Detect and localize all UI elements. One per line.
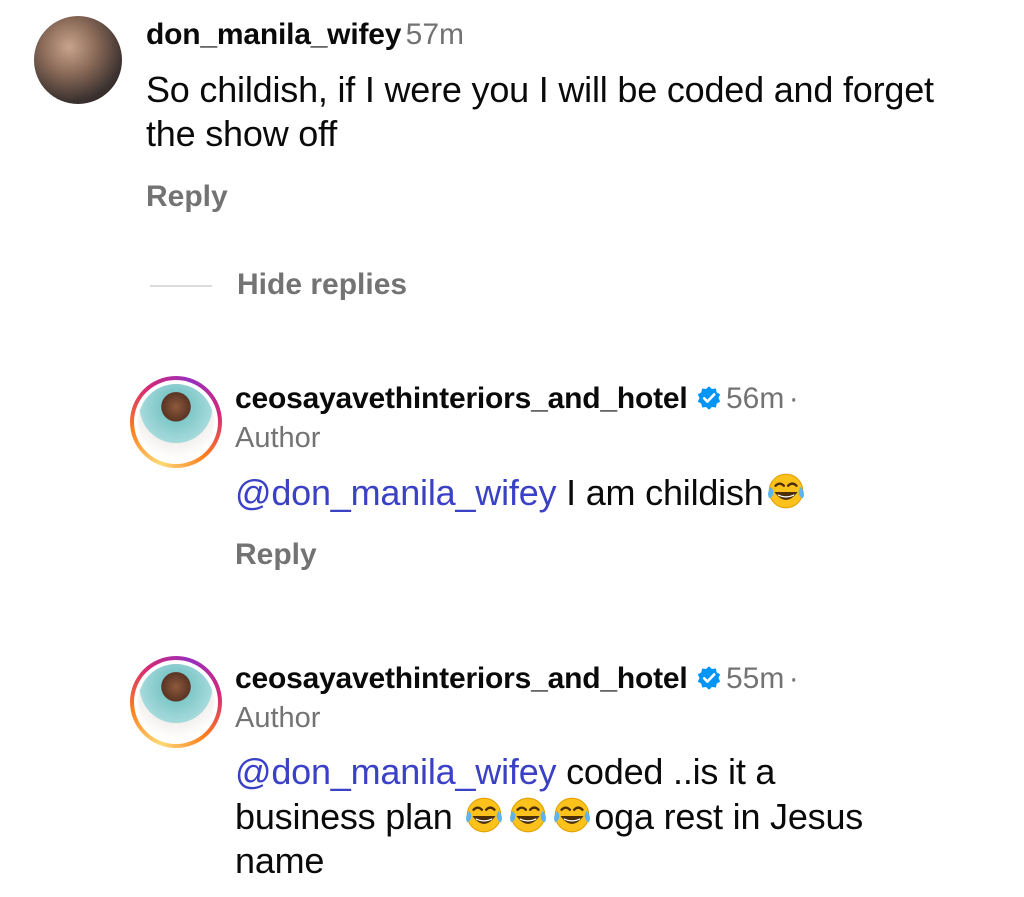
- comment-username[interactable]: don_manila_wifey: [146, 18, 401, 51]
- reply-text-content: I am childish: [556, 472, 764, 513]
- avatar[interactable]: [34, 16, 122, 104]
- author-label: Author: [235, 422, 321, 454]
- reply-button[interactable]: Reply: [235, 538, 317, 572]
- mention-link[interactable]: @don_manila_wifey: [235, 472, 557, 513]
- tears-of-joy-emoji: [510, 797, 547, 833]
- reply-text-line: name: [235, 840, 325, 881]
- reply-comment: ceosayavethinteriors_and_hotel 55m · Aut…: [0, 650, 1024, 890]
- tears-of-joy-emoji: [767, 473, 804, 509]
- reply-header: ceosayavethinteriors_and_hotel 56m ·: [235, 382, 799, 416]
- hide-replies-divider: [150, 285, 212, 287]
- reply-time: 55m: [725, 662, 785, 695]
- reply-text-content: business plan: [235, 796, 463, 837]
- reply-button[interactable]: Reply: [146, 180, 228, 214]
- reply-time: 56m: [725, 382, 785, 415]
- comment-header: don_manila_wifey 57m: [146, 18, 464, 52]
- top-comment: don_manila_wifey 57m So childish, if I w…: [0, 0, 1024, 230]
- reply-comment: ceosayavethinteriors_and_hotel 56m · Aut…: [0, 370, 1024, 590]
- author-label: Author: [235, 702, 321, 734]
- reply-username[interactable]: ceosayavethinteriors_and_hotel: [235, 662, 688, 695]
- separator-dot: ·: [788, 382, 799, 415]
- reply-text: @don_manila_wifey I am childish: [235, 470, 995, 515]
- avatar-story-ring[interactable]: [130, 656, 222, 748]
- reply-text-line: @don_manila_wifey coded ..is it a: [235, 750, 995, 794]
- reply-username[interactable]: ceosayavethinteriors_and_hotel: [235, 382, 688, 415]
- reply-text-line: business plan oga rest in Jesus: [235, 794, 995, 839]
- tears-of-joy-emoji: [466, 797, 503, 833]
- tears-of-joy-emoji: [554, 797, 591, 833]
- comment-text: So childish, if I were you I will be cod…: [146, 69, 934, 154]
- avatar-inner: [134, 660, 218, 744]
- verified-badge-icon: [697, 386, 720, 410]
- reply-text: @don_manila_wifey coded ..is it a busine…: [235, 750, 995, 883]
- mention-link[interactable]: @don_manila_wifey: [235, 751, 557, 792]
- avatar-story-ring[interactable]: [130, 376, 222, 468]
- comment-time: 57m: [405, 18, 465, 51]
- hide-replies-button[interactable]: Hide replies: [237, 268, 407, 302]
- verified-badge-icon: [697, 666, 720, 690]
- reply-header: ceosayavethinteriors_and_hotel 55m ·: [235, 662, 799, 696]
- separator-dot: ·: [788, 662, 799, 695]
- avatar: [138, 664, 214, 740]
- avatar: [138, 384, 214, 460]
- reply-text-content: coded ..is it a: [556, 751, 776, 792]
- avatar-inner: [134, 380, 218, 464]
- reply-text-content: oga rest in Jesus: [594, 796, 864, 837]
